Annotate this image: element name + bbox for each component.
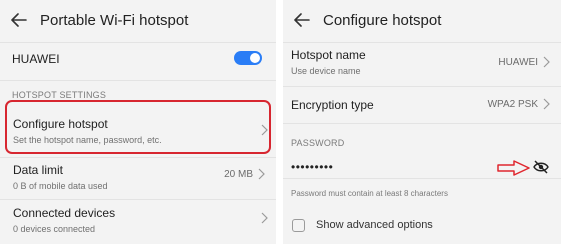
hotspot-name-sub: Use device name <box>291 66 361 76</box>
red-arrow-icon <box>497 160 530 176</box>
advanced-options-checkbox[interactable] <box>292 219 305 232</box>
divider <box>283 178 561 179</box>
hotspot-toggle-label: HUAWEI <box>12 52 60 66</box>
left-panel: Portable Wi-Fi hotspot HUAWEI HOTSPOT SE… <box>0 0 276 244</box>
divider <box>0 80 276 81</box>
encryption-value: WPA2 PSK <box>487 98 538 110</box>
eye-off-icon[interactable] <box>533 160 549 174</box>
divider <box>0 42 276 43</box>
divider <box>283 123 561 124</box>
chevron-right-icon <box>261 212 268 224</box>
data-limit-row[interactable]: Data limit 0 B of mobile data used 20 MB <box>0 158 276 198</box>
hotspot-toggle[interactable] <box>234 51 262 65</box>
advanced-options-row[interactable]: Show advanced options <box>283 210 561 240</box>
hotspot-name-value: HUAWEI <box>498 56 538 68</box>
connected-devices-subtitle: 0 devices connected <box>13 224 96 234</box>
hotspot-toggle-row[interactable]: HUAWEI <box>0 44 276 74</box>
advanced-options-label: Show advanced options <box>316 219 433 231</box>
divider <box>283 42 561 43</box>
chevron-right-icon <box>258 168 265 180</box>
connected-devices-title: Connected devices <box>13 206 116 220</box>
section-header: HOTSPOT SETTINGS <box>12 90 107 100</box>
back-arrow-icon[interactable] <box>293 11 311 29</box>
encryption-row[interactable]: Encryption type WPA2 PSK <box>283 87 561 121</box>
connected-devices-row[interactable]: Connected devices 0 devices connected <box>0 200 276 240</box>
right-panel: Configure hotspot Hotspot name Use devic… <box>283 0 561 244</box>
password-hint: Password must contain at least 8 charact… <box>291 189 448 198</box>
left-header: Portable Wi-Fi hotspot <box>0 0 276 40</box>
highlight-box <box>5 100 271 154</box>
hotspot-name-label: Hotspot name <box>291 48 366 62</box>
chevron-right-icon <box>543 56 550 68</box>
back-arrow-icon[interactable] <box>10 11 28 29</box>
page-title: Configure hotspot <box>323 11 442 29</box>
right-header: Configure hotspot <box>283 0 561 40</box>
encryption-label: Encryption type <box>291 98 374 112</box>
data-limit-title: Data limit <box>13 163 64 177</box>
password-field[interactable]: ••••••••• <box>291 160 333 174</box>
data-limit-value: 20 MB <box>224 168 253 180</box>
page-title: Portable Wi-Fi hotspot <box>40 11 189 29</box>
data-limit-subtitle: 0 B of mobile data used <box>13 181 108 191</box>
password-label: PASSWORD <box>291 138 345 148</box>
chevron-right-icon <box>543 98 550 110</box>
hotspot-name-row[interactable]: Hotspot name Use device name HUAWEI <box>283 44 561 84</box>
